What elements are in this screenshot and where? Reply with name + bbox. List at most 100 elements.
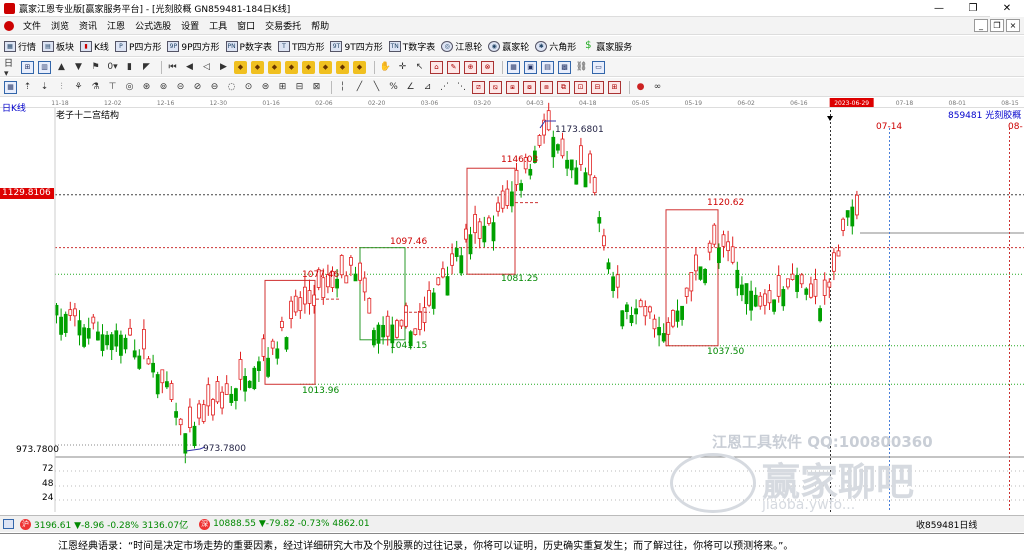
toolbar-9p-square-button[interactable]: 9P 9P四方形 — [167, 40, 220, 53]
ind-13-icon[interactable]: ⊖ — [208, 81, 221, 94]
layout-icon[interactable]: ▥ — [38, 60, 51, 74]
next-icon[interactable]: ▶ — [217, 61, 230, 74]
gann-tool-8-icon[interactable]: ◆ — [353, 60, 366, 74]
cursor-icon[interactable]: ↖ — [413, 61, 426, 74]
flag-icon[interactable]: ⚑ — [89, 61, 102, 74]
menu-help[interactable]: 帮助 — [306, 19, 334, 32]
ind-18-icon[interactable]: ⊟ — [293, 81, 306, 94]
ind-11-icon[interactable]: ⊝ — [174, 81, 187, 94]
menu-trade[interactable]: 交易委托 — [260, 19, 306, 32]
ind-19-icon[interactable]: ⊠ — [310, 81, 323, 94]
gann-tool-7-icon[interactable]: ◆ — [336, 60, 349, 74]
mdi-close-button[interactable]: × — [1006, 19, 1020, 32]
draw-tool-2-icon[interactable]: ✎ — [447, 60, 460, 74]
ind-10-icon[interactable]: ⊚ — [157, 81, 170, 94]
gann-tool-4-icon[interactable]: ◆ — [285, 60, 298, 74]
back-icon[interactable]: ◁ — [200, 61, 213, 74]
ind-2-icon[interactable]: ⇡ — [21, 81, 34, 94]
toolbar-block-button[interactable]: ▤ 板块 — [42, 40, 74, 53]
line-tool-16-icon[interactable]: ⊞ — [608, 80, 621, 94]
toolbar-winner-wheel-button[interactable]: ◉ 赢家轮 — [488, 40, 529, 53]
line-tool-13-icon[interactable]: ⧉ — [557, 80, 570, 94]
line-tool-1-icon[interactable]: ╎ — [336, 81, 349, 94]
toolbar-p-square-button[interactable]: P P四方形 — [114, 40, 161, 53]
toolbar-gann-wheel-button[interactable]: ◎ 江恩轮 — [441, 40, 482, 53]
table-icon[interactable]: ▦ — [507, 60, 520, 74]
toolbar-t-number-table-button[interactable]: TN T数字表 — [388, 40, 435, 53]
first-icon[interactable]: ⏮ — [166, 61, 179, 74]
status-sh-index[interactable]: 沪 3196.61 ▼-8.96 -0.28% 3136.07亿 — [0, 518, 188, 531]
restore-button[interactable]: ❐ — [956, 0, 990, 17]
line-tool-7-icon[interactable]: ⋱ — [455, 81, 468, 94]
save-icon[interactable]: ▣ — [524, 60, 537, 74]
toolbar-9t-square-button[interactable]: 9T 9T四方形 — [330, 40, 383, 53]
gann-tool-1-icon[interactable]: ◆ — [234, 60, 247, 74]
crosshair-icon[interactable]: ✛ — [396, 61, 409, 74]
line-tool-4-icon[interactable]: ∠ — [404, 81, 417, 94]
menu-browse[interactable]: 浏览 — [46, 19, 74, 32]
gann-tool-2-icon[interactable]: ◆ — [251, 60, 264, 74]
multi-window-icon[interactable]: ⊞ — [21, 60, 34, 74]
ind-1-icon[interactable]: ▦ — [4, 80, 17, 94]
gann-tool-6-icon[interactable]: ◆ — [319, 60, 332, 74]
ind-3-icon[interactable]: ⇣ — [38, 81, 51, 94]
color-wheel-icon[interactable]: ● — [634, 81, 647, 94]
period-dropdown-icon[interactable]: 日▾ — [4, 59, 17, 79]
mdi-minimize-button[interactable]: _ — [974, 19, 988, 32]
hand-icon[interactable]: ✋ — [379, 61, 392, 74]
indicator-dropdown-icon[interactable]: 0▾ — [106, 61, 119, 74]
minimize-button[interactable]: — — [922, 0, 956, 17]
grid-icon[interactable]: ▩ — [558, 60, 571, 74]
menu-formula[interactable]: 公式选股 — [130, 19, 176, 32]
menu-tools[interactable]: 工具 — [204, 19, 232, 32]
menu-info[interactable]: 资讯 — [74, 19, 102, 32]
toolbar-kline-button[interactable]: ▮ K线 — [80, 40, 109, 53]
ind-17-icon[interactable]: ⊞ — [276, 81, 289, 94]
toolbar-quote-button[interactable]: ▦ 行情 — [4, 40, 36, 53]
line-tool-9-icon[interactable]: ⧅ — [489, 80, 502, 94]
toolbar-hexagon-button[interactable]: ✱ 六角形 — [535, 40, 576, 53]
prev-icon[interactable]: ◀ — [183, 61, 196, 74]
ind-14-icon[interactable]: ◌ — [225, 81, 238, 94]
menu-gann[interactable]: 江恩 — [102, 19, 130, 32]
zoom-in-icon[interactable]: ▲ — [55, 61, 68, 74]
line-tool-12-icon[interactable]: ⧈ — [540, 80, 553, 94]
line-tool-6-icon[interactable]: ⋰ — [438, 81, 451, 94]
status-sz-index[interactable]: 深 10888.55 ▼-79.82 -0.73% 4862.01 — [196, 518, 370, 530]
line-tool-8-icon[interactable]: ⧄ — [472, 80, 485, 94]
link-icon[interactable]: ⛓ — [575, 61, 588, 74]
kline-chart[interactable]: 11-18 12-02 12-16 12-30 01-16 02-06 02-20 03-06… — [0, 98, 1024, 512]
line-tool-5-icon[interactable]: ⊿ — [421, 81, 434, 94]
toolbar-p-number-table-button[interactable]: PN P数字表 — [225, 40, 272, 53]
menu-window[interactable]: 窗口 — [232, 19, 260, 32]
ind-9-icon[interactable]: ⊛ — [140, 81, 153, 94]
ind-16-icon[interactable]: ⊜ — [259, 81, 272, 94]
line-tool-15-icon[interactable]: ⊟ — [591, 80, 604, 94]
bar-icon[interactable]: ▮ — [123, 61, 136, 74]
menu-settings[interactable]: 设置 — [176, 19, 204, 32]
draw-tool-1-icon[interactable]: ⌂ — [430, 60, 443, 74]
window-icon[interactable]: ▭ — [592, 60, 605, 74]
ind-5-icon[interactable]: ⚘ — [72, 81, 85, 94]
gann-tool-5-icon[interactable]: ◆ — [302, 60, 315, 74]
infinity-icon[interactable]: ∞ — [651, 81, 664, 94]
line-tool-3-icon[interactable]: ╲ — [370, 81, 383, 94]
menu-file[interactable]: 文件 — [18, 19, 46, 32]
close-button[interactable]: ✕ — [990, 0, 1024, 17]
zoom-out-icon[interactable]: ▼ — [72, 61, 85, 74]
ind-8-icon[interactable]: ◎ — [123, 81, 136, 94]
toolbar-service-button[interactable]: $ 赢家服务 — [582, 40, 632, 53]
draw-tool-3-icon[interactable]: ⊕ — [464, 60, 477, 74]
percent-icon[interactable]: % — [387, 81, 400, 94]
pennant-icon[interactable]: ◤ — [140, 61, 153, 74]
line-tool-11-icon[interactable]: ⧇ — [523, 80, 536, 94]
toolbar-t-square-button[interactable]: T T四方形 — [277, 40, 324, 53]
line-tool-10-icon[interactable]: ⧆ — [506, 80, 519, 94]
line-tool-2-icon[interactable]: ╱ — [353, 81, 366, 94]
calendar-icon[interactable]: ▤ — [541, 60, 554, 74]
ind-4-icon[interactable]: ⫶ — [55, 81, 68, 94]
draw-tool-4-icon[interactable]: ⊗ — [481, 60, 494, 74]
mdi-restore-button[interactable]: ❐ — [990, 19, 1004, 32]
line-tool-14-icon[interactable]: ⊡ — [574, 80, 587, 94]
ind-7-icon[interactable]: ⊤ — [106, 81, 119, 94]
